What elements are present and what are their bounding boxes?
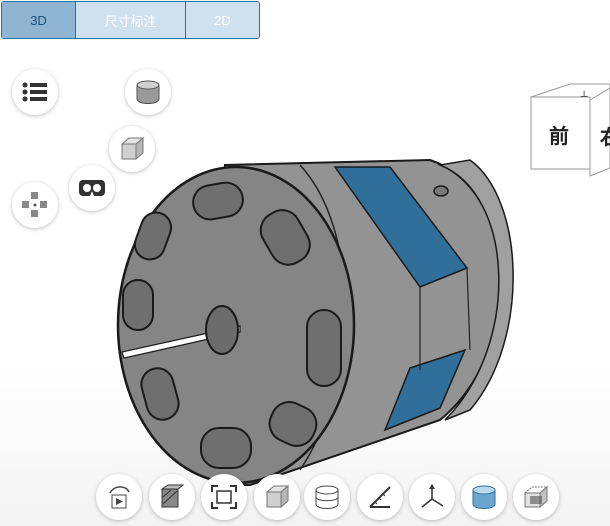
view-cube-right-label: 右 bbox=[600, 121, 610, 150]
slot-hole-5 bbox=[306, 309, 342, 387]
rotate-play-icon bbox=[109, 486, 130, 509]
wireframe-icon bbox=[315, 485, 339, 509]
rotate-play-button[interactable] bbox=[96, 474, 142, 520]
section-button[interactable] bbox=[149, 474, 195, 520]
list-button[interactable] bbox=[12, 69, 58, 115]
fit-view-button[interactable] bbox=[201, 474, 247, 520]
slot-hole-4 bbox=[122, 279, 154, 331]
cylinder-view-icon bbox=[136, 80, 160, 104]
list-icon bbox=[22, 82, 47, 102]
shaded-icon bbox=[472, 485, 496, 509]
fit-view-icon bbox=[211, 485, 237, 509]
vr-icon bbox=[79, 180, 105, 196]
shaded-button[interactable] bbox=[461, 474, 507, 520]
explode-icon bbox=[22, 192, 47, 217]
cylinder-view-button[interactable] bbox=[125, 69, 171, 115]
measure-button[interactable] bbox=[357, 474, 403, 520]
box-icon bbox=[265, 484, 290, 509]
section-icon bbox=[160, 484, 185, 508]
set-screw-hole bbox=[433, 185, 449, 197]
box-button[interactable] bbox=[254, 474, 300, 520]
wireframe-button[interactable] bbox=[304, 474, 350, 520]
transparent-icon bbox=[523, 485, 549, 509]
view-cube[interactable]: ⊥ bbox=[530, 83, 610, 177]
center-bore bbox=[205, 305, 239, 355]
svg-text:⊥: ⊥ bbox=[580, 90, 588, 100]
box-view-icon bbox=[120, 136, 145, 161]
model-viewport[interactable]: ⊥ bbox=[0, 0, 610, 526]
measure-icon bbox=[369, 486, 391, 508]
view-cube-front-label: 前 bbox=[549, 126, 569, 148]
transparent-button[interactable] bbox=[513, 474, 559, 520]
axes-button[interactable] bbox=[409, 474, 455, 520]
box-view-button[interactable] bbox=[109, 126, 155, 172]
slot-hole-8 bbox=[200, 427, 252, 469]
vr-button[interactable] bbox=[69, 165, 115, 211]
explode-button[interactable] bbox=[12, 182, 58, 228]
axes-icon bbox=[421, 484, 444, 508]
